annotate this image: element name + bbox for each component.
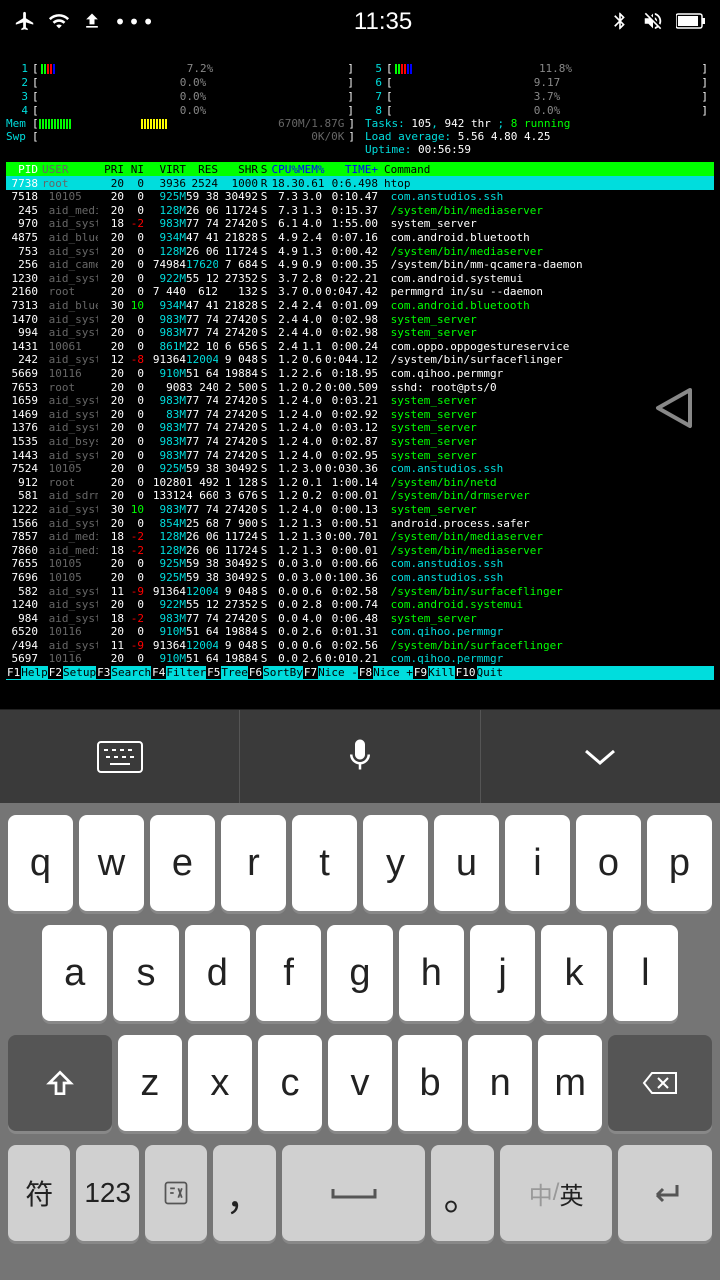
keyboard-toggle-button[interactable]	[0, 710, 240, 803]
process-row[interactable]: 1535 aid_bsyste200983M77 74827420S1.24.0…	[6, 435, 714, 449]
process-row[interactable]: 5669 10116200910M51 64019884S1.22.60:18.…	[6, 367, 714, 381]
period-key[interactable]: 。	[431, 1145, 493, 1241]
mem-value: 670M/1.87G	[278, 117, 348, 130]
htop-terminal[interactable]: 1[7.2%]2[0.0%]3[0.0%]4[0.0%]5[11.8%]6[9.…	[0, 44, 720, 709]
key-v[interactable]: v	[328, 1035, 392, 1131]
key-f[interactable]: f	[256, 925, 321, 1021]
comma-key[interactable]: ，	[213, 1145, 275, 1241]
airplane-icon	[14, 10, 36, 35]
enter-key[interactable]	[618, 1145, 712, 1241]
process-row[interactable]: 984 aid_syste18-2983M77 74827420S0.04.00…	[6, 611, 714, 625]
key-i[interactable]: i	[505, 815, 570, 911]
process-row[interactable]: 753 aid_syste200128M26 06811724S4.91.30:…	[6, 244, 714, 258]
tasks-row: Tasks: 105, 942 thr ; 8 running	[365, 117, 714, 130]
language-key[interactable]: 中/ 英	[500, 1145, 612, 1241]
process-row[interactable]: 7860 aid_media18-2128M26 06811724S1.21.3…	[6, 543, 714, 557]
key-g[interactable]: g	[327, 925, 392, 1021]
key-r[interactable]: r	[221, 815, 286, 911]
process-row[interactable]: 7313 aid_bluet3010934M47 41221828S2.42.4…	[6, 299, 714, 313]
process-row[interactable]: 1230 aid_syste200922M55 12827352S3.72.80…	[6, 272, 714, 286]
uptime-row: Uptime: 00:56:59	[365, 143, 714, 156]
key-s[interactable]: s	[113, 925, 178, 1021]
key-a[interactable]: a	[42, 925, 107, 1021]
process-row[interactable]: 1431 10061200861M22 1086 656S2.41.10:00.…	[6, 340, 714, 354]
soft-keyboard: qwertyuiop asdfghjkl zxcvbnm 符 123 ， 。 中…	[0, 803, 720, 1280]
more-icon: •••	[114, 10, 156, 34]
process-header: PIDUSERPRINIVIRTRESSHRSCPU%MEM%TIME+Comm…	[6, 162, 714, 176]
space-key[interactable]	[282, 1145, 426, 1241]
key-j[interactable]: j	[470, 925, 535, 1021]
process-row[interactable]: 5697 10116200910M51 64019884S0.02.60:010…	[6, 652, 714, 666]
process-row[interactable]: 1469 aid_syste20083M77 74827420S1.24.00:…	[6, 408, 714, 422]
process-row[interactable]: 7696 10105200925M59 38430492S0.03.00:100…	[6, 571, 714, 585]
load-row: Load average: 5.56 4.80 4.25	[365, 130, 714, 143]
key-k[interactable]: k	[541, 925, 606, 1021]
collapse-keyboard-button[interactable]	[481, 710, 720, 803]
process-row[interactable]: /494 aid_syste11-991364120049 048S0.00.6…	[6, 639, 714, 653]
voice-input-button[interactable]	[240, 710, 480, 803]
wifi-icon	[48, 10, 70, 35]
key-q[interactable]: q	[8, 815, 73, 911]
process-row[interactable]: 242 aid_syste12-891364120049 048S1.20.60…	[6, 353, 714, 367]
process-row[interactable]: 1443 aid_syste200983M77 74827420S1.24.00…	[6, 448, 714, 462]
process-row[interactable]: 7653 root2009083 2402 500S1.20.20:00.509…	[6, 380, 714, 394]
key-y[interactable]: y	[363, 815, 428, 911]
process-row[interactable]: 1376 aid_syste200983M77 74827420S1.24.00…	[6, 421, 714, 435]
key-d[interactable]: d	[185, 925, 250, 1021]
process-row[interactable]: 1470 aid_syste200983M77 74827420S2.44.00…	[6, 312, 714, 326]
process-row[interactable]: 2160 root2007 440612132S3.70.00:047.42 p…	[6, 285, 714, 299]
key-u[interactable]: u	[434, 815, 499, 911]
key-b[interactable]: b	[398, 1035, 462, 1131]
process-row[interactable]: 1222 aid_syste3010983M77 74827420S1.24.0…	[6, 503, 714, 517]
function-bar[interactable]: F1HelpF2SetupF3SearchF4FilterF5TreeF6Sor…	[6, 666, 714, 680]
upload-icon	[82, 11, 102, 34]
process-row[interactable]: 582 aid_syste11-991364120049 048S0.00.60…	[6, 584, 714, 598]
process-row[interactable]: 1240 aid_syste200922M55 12827352S0.02.80…	[6, 598, 714, 612]
mute-icon	[642, 10, 664, 35]
shift-key[interactable]	[8, 1035, 112, 1131]
key-c[interactable]: c	[258, 1035, 322, 1131]
process-row[interactable]: 994 aid_syste200983M77 74827420S2.44.00:…	[6, 326, 714, 340]
back-triangle-icon[interactable]	[646, 380, 702, 439]
process-row[interactable]: 6520 10116200910M51 64019884S0.02.60:01.…	[6, 625, 714, 639]
number-key[interactable]: 123	[76, 1145, 138, 1241]
process-row[interactable]: 912 root200102801 4921 128S1.20.11:00.14…	[6, 475, 714, 489]
process-row[interactable]: 7518 10105200925M59 38430492S7.33.00:10.…	[6, 190, 714, 204]
process-row[interactable]: 256 aid_camer20074984176207 684S4.90.90:…	[6, 258, 714, 272]
key-t[interactable]: t	[292, 815, 357, 911]
key-p[interactable]: p	[647, 815, 712, 911]
key-l[interactable]: l	[613, 925, 678, 1021]
process-row[interactable]: 4875 aid_bluet200934M47 41221828S4.92.40…	[6, 231, 714, 245]
key-z[interactable]: z	[118, 1035, 182, 1131]
key-n[interactable]: n	[468, 1035, 532, 1131]
process-row[interactable]: 245 aid_media200128M26 06811724S7.31.30:…	[6, 204, 714, 218]
process-row[interactable]: 1566 aid_syste200854M25 6887 900S1.21.30…	[6, 516, 714, 530]
backspace-key[interactable]	[608, 1035, 712, 1131]
key-m[interactable]: m	[538, 1035, 602, 1131]
process-row[interactable]: 7524 10105200925M59 38430492S1.23.00:030…	[6, 462, 714, 476]
process-row[interactable]: 581 aid_sdrm200133124 6603 676S1.20.20:0…	[6, 489, 714, 503]
ime-key[interactable]	[145, 1145, 207, 1241]
process-row[interactable]: 1659 aid_syste200983M77 74827420S1.24.00…	[6, 394, 714, 408]
key-e[interactable]: e	[150, 815, 215, 911]
key-h[interactable]: h	[399, 925, 464, 1021]
key-o[interactable]: o	[576, 815, 641, 911]
key-x[interactable]: x	[188, 1035, 252, 1131]
key-w[interactable]: w	[79, 815, 144, 911]
process-active-row[interactable]: 7738 root200393625241000R18.30.610:6.498…	[6, 176, 714, 190]
status-time: 11:35	[354, 8, 412, 36]
swp-value: 0K/0K	[311, 130, 348, 143]
bluetooth-icon	[610, 11, 630, 34]
swp-label: Swp	[6, 130, 32, 143]
battery-icon	[676, 12, 706, 33]
process-row[interactable]: 7655 10105200925M59 38430492S0.03.00:00.…	[6, 557, 714, 571]
process-row[interactable]: 970 aid_syste18-2983M77 74827420S6.14.01…	[6, 217, 714, 231]
process-row[interactable]: 7857 aid_media18-2128M26 06811724S1.21.3…	[6, 530, 714, 544]
mem-label: Mem	[6, 117, 32, 130]
symbol-key[interactable]: 符	[8, 1145, 70, 1241]
